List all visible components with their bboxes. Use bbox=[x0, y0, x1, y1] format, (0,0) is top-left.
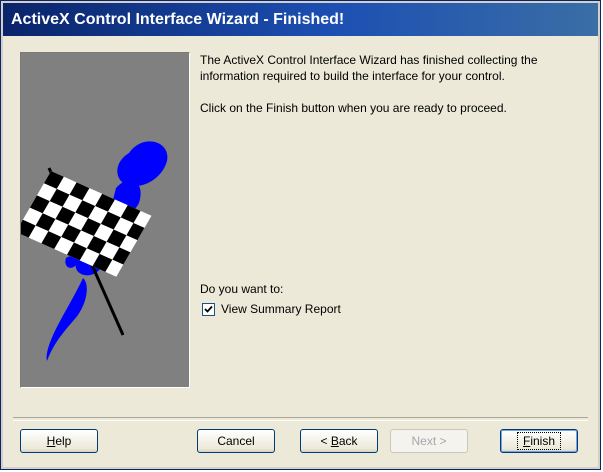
finish-instruction: Click on the Finish button when you are … bbox=[200, 101, 507, 115]
back-label-rest: ack bbox=[338, 434, 358, 448]
button-separator bbox=[13, 417, 588, 421]
finished-message: The ActiveX Control Interface Wizard has… bbox=[200, 53, 538, 83]
next-label: Next > bbox=[411, 434, 447, 448]
back-button[interactable]: < Back bbox=[300, 429, 378, 453]
wizard-window: ActiveX Control Interface Wizard - Finis… bbox=[0, 0, 601, 470]
wizard-text: The ActiveX Control Interface Wizard has… bbox=[200, 52, 590, 116]
help-button[interactable]: Help bbox=[20, 429, 98, 453]
back-prefix: < bbox=[320, 434, 331, 448]
title-bar[interactable]: ActiveX Control Interface Wizard - Finis… bbox=[3, 3, 598, 36]
window-title: ActiveX Control Interface Wizard - Finis… bbox=[11, 10, 345, 28]
finish-button[interactable]: Finish bbox=[500, 429, 578, 453]
checkered-flag-icon bbox=[21, 141, 168, 361]
finish-label-rest: inish bbox=[530, 434, 556, 448]
next-button[interactable]: Next > bbox=[390, 429, 468, 453]
dialog-client-area: The ActiveX Control Interface Wizard has… bbox=[3, 36, 598, 467]
back-mnemonic: B bbox=[330, 434, 339, 448]
cancel-button[interactable]: Cancel bbox=[197, 429, 275, 453]
checkmark-icon bbox=[204, 305, 213, 313]
wizard-art-panel bbox=[20, 52, 190, 388]
finish-focus-rect: Finish bbox=[516, 432, 562, 450]
view-summary-option[interactable]: View Summary Report bbox=[202, 302, 341, 316]
cancel-label: Cancel bbox=[217, 434, 255, 448]
view-summary-checkbox[interactable] bbox=[202, 302, 215, 316]
view-summary-label[interactable]: View Summary Report bbox=[221, 302, 341, 316]
options-question: Do you want to: bbox=[200, 282, 284, 296]
help-label-rest: elp bbox=[55, 434, 72, 448]
